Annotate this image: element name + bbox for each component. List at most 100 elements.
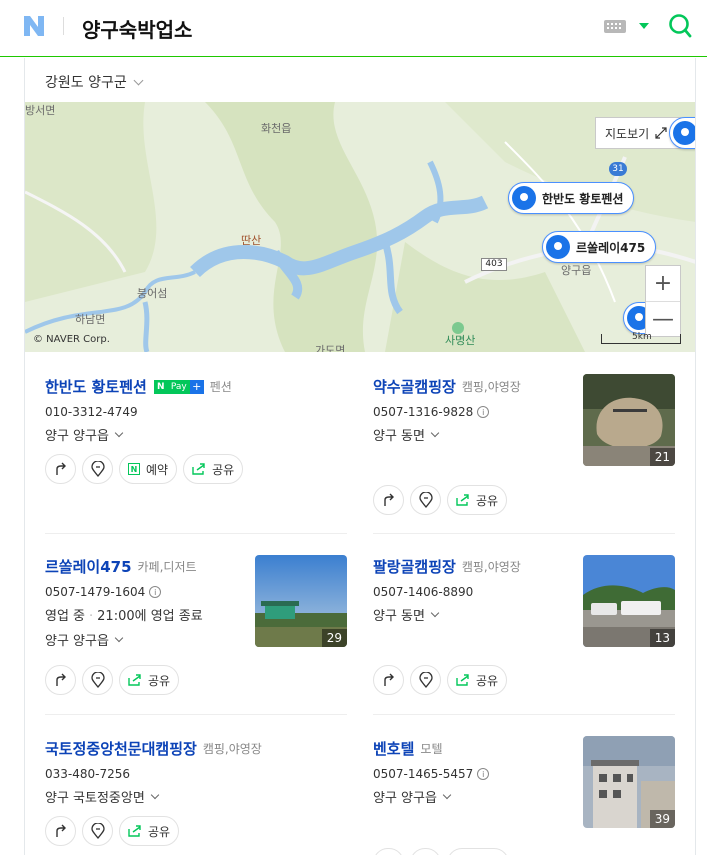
save-place-button[interactable] bbox=[82, 816, 113, 846]
share-button[interactable]: 공유 bbox=[447, 485, 508, 515]
info-icon[interactable]: i bbox=[477, 768, 490, 780]
logo-divider bbox=[63, 17, 64, 35]
expand-icon bbox=[655, 127, 667, 139]
share-button[interactable]: 공유 bbox=[447, 665, 508, 695]
place-name[interactable]: 약수골캠핑장 bbox=[373, 376, 456, 397]
place-card[interactable]: 한반도 황토펜션 N Pay + 펜션 010-3312-4749 양구 양구읍 bbox=[45, 376, 347, 444]
place-name[interactable]: 벤호텔 bbox=[373, 738, 414, 759]
place-address[interactable]: 양구 동면 bbox=[373, 425, 578, 444]
share-button[interactable]: 공유 bbox=[119, 816, 180, 846]
page-title: 양구숙박업소 bbox=[82, 18, 193, 42]
save-place-button[interactable] bbox=[410, 665, 441, 695]
place-category: 캠핑,야영장 bbox=[202, 742, 262, 756]
map-scale-label: 5km bbox=[632, 332, 652, 342]
place-phone[interactable]: 0507-1316-9828 bbox=[373, 405, 473, 419]
place-card[interactable]: 벤호텔 모텔 0507-1465-5457 i 양구 양구읍 bbox=[373, 738, 578, 806]
naver-n-icon: N bbox=[153, 379, 168, 394]
place-card[interactable]: 르쏠레이475 카페,디저트 0507-1479-1604 i 영업 중 · 21:0… bbox=[45, 556, 250, 649]
save-place-button[interactable] bbox=[410, 485, 441, 515]
save-place-button[interactable] bbox=[410, 848, 441, 855]
share-label: 공유 bbox=[148, 824, 171, 839]
info-icon[interactable]: i bbox=[149, 586, 162, 598]
place-category: 모텔 bbox=[420, 742, 443, 756]
plus-icon: + bbox=[189, 379, 204, 394]
place-thumbnail[interactable]: 13 bbox=[583, 555, 675, 647]
place-category: 펜션 bbox=[209, 380, 232, 394]
reserve-button[interactable]: N 예약 bbox=[119, 454, 178, 484]
share-icon bbox=[456, 494, 469, 506]
keyboard-dropdown-icon[interactable] bbox=[639, 23, 649, 29]
card-divider bbox=[373, 533, 675, 534]
place-address[interactable]: 양구 국토정중앙면 bbox=[45, 787, 347, 806]
zoom-control: + — bbox=[645, 265, 681, 337]
npay-badge: N Pay + bbox=[153, 379, 204, 394]
naver-logo[interactable] bbox=[22, 14, 46, 38]
keyboard-icon[interactable] bbox=[604, 20, 626, 33]
chevron-down-icon bbox=[442, 790, 452, 799]
place-phone[interactable]: 0507-1465-5457 bbox=[373, 767, 473, 781]
zoom-in-button[interactable]: + bbox=[646, 266, 680, 301]
card-divider bbox=[373, 714, 675, 715]
results-panel: 강원도 양구군 방서면 화천읍 딴산 붕어섬 하남면 양구읍 사명산 가도면 3… bbox=[24, 58, 696, 855]
share-icon bbox=[456, 674, 469, 686]
place-card[interactable]: 약수골캠핑장 캠핑,야영장 0507-1316-9828 i 양구 동면 bbox=[373, 376, 578, 444]
location-pin-icon bbox=[546, 235, 570, 259]
map-pin[interactable]: 의 bbox=[669, 117, 695, 149]
place-thumbnail[interactable]: 29 bbox=[255, 555, 347, 647]
place-phone[interactable]: 010-3312-4749 bbox=[45, 405, 138, 419]
top-header: 양구숙박업소 bbox=[0, 0, 707, 57]
place-address-label: 양구 양구읍 bbox=[373, 791, 437, 806]
map-pin[interactable]: 르쏠레이475 bbox=[542, 231, 657, 263]
card-actions: 공유 bbox=[373, 485, 508, 515]
location-pin-icon bbox=[90, 823, 105, 839]
region-selector[interactable]: 강원도 양구군 bbox=[45, 72, 144, 92]
share-button[interactable] bbox=[447, 848, 509, 855]
card-divider bbox=[45, 714, 347, 715]
location-pin-icon bbox=[512, 186, 536, 210]
location-pin-icon bbox=[418, 492, 433, 508]
share-button[interactable]: 공유 bbox=[183, 454, 244, 484]
card-actions: 공유 bbox=[45, 665, 180, 695]
place-address[interactable]: 양구 양구읍 bbox=[45, 630, 250, 649]
directions-button[interactable] bbox=[45, 454, 76, 484]
place-phone[interactable]: 0507-1406-8890 bbox=[373, 585, 473, 599]
chevron-down-icon bbox=[430, 608, 440, 617]
save-place-button[interactable] bbox=[82, 454, 113, 484]
chevron-down-icon bbox=[114, 428, 124, 437]
place-card[interactable]: 팔랑골캠핑장 캠핑,야영장 0507-1406-8890 양구 동면 bbox=[373, 556, 578, 624]
search-icon[interactable] bbox=[668, 13, 692, 39]
place-name[interactable]: 팔랑골캠핑장 bbox=[373, 556, 456, 577]
zoom-out-button[interactable]: — bbox=[646, 301, 680, 336]
place-address[interactable]: 양구 양구읍 bbox=[373, 787, 578, 806]
directions-button[interactable] bbox=[373, 485, 404, 515]
map-pin-label: 르쏠레이475 bbox=[576, 240, 646, 255]
directions-button[interactable] bbox=[45, 665, 76, 695]
info-icon[interactable]: i bbox=[477, 406, 490, 418]
place-address[interactable]: 양구 동면 bbox=[373, 605, 578, 624]
place-phone[interactable]: 033-480-7256 bbox=[45, 767, 130, 781]
place-name[interactable]: 한반도 황토펜션 bbox=[45, 376, 147, 397]
directions-button[interactable] bbox=[373, 665, 404, 695]
place-phone[interactable]: 0507-1479-1604 bbox=[45, 585, 145, 599]
place-card[interactable]: 국토정중앙천문대캠핑장 캠핑,야영장 033-480-7256 양구 국토정중앙… bbox=[45, 738, 347, 806]
directions-icon bbox=[55, 824, 66, 837]
place-name[interactable]: 르쏠레이475 bbox=[45, 556, 132, 577]
map-view[interactable]: 방서면 화천읍 딴산 붕어섬 하남면 양구읍 사명산 가도면 31 403 지도… bbox=[25, 102, 695, 352]
map-pin[interactable]: 한반도 황토펜션 bbox=[508, 182, 635, 214]
place-category: 카페,디저트 bbox=[137, 560, 197, 574]
map-label: 사명산 bbox=[445, 334, 476, 347]
directions-button[interactable] bbox=[373, 848, 404, 855]
save-place-button[interactable] bbox=[82, 665, 113, 695]
place-name[interactable]: 국토정중앙천문대캠핑장 bbox=[45, 738, 197, 759]
place-thumbnail[interactable]: 39 bbox=[583, 736, 675, 828]
directions-button[interactable] bbox=[45, 816, 76, 846]
place-thumbnail[interactable]: 21 bbox=[583, 374, 675, 466]
place-address[interactable]: 양구 양구읍 bbox=[45, 425, 347, 444]
place-address-label: 양구 양구읍 bbox=[45, 634, 109, 649]
map-view-label: 지도보기 bbox=[605, 126, 650, 141]
share-button[interactable]: 공유 bbox=[119, 665, 180, 695]
map-copyright: © NAVER Corp. bbox=[33, 334, 110, 345]
map-scale: 5km bbox=[601, 332, 681, 344]
business-hours: 영업 중 · 21:00에 영업 종료 bbox=[45, 609, 203, 624]
photo-count: 21 bbox=[649, 448, 675, 466]
